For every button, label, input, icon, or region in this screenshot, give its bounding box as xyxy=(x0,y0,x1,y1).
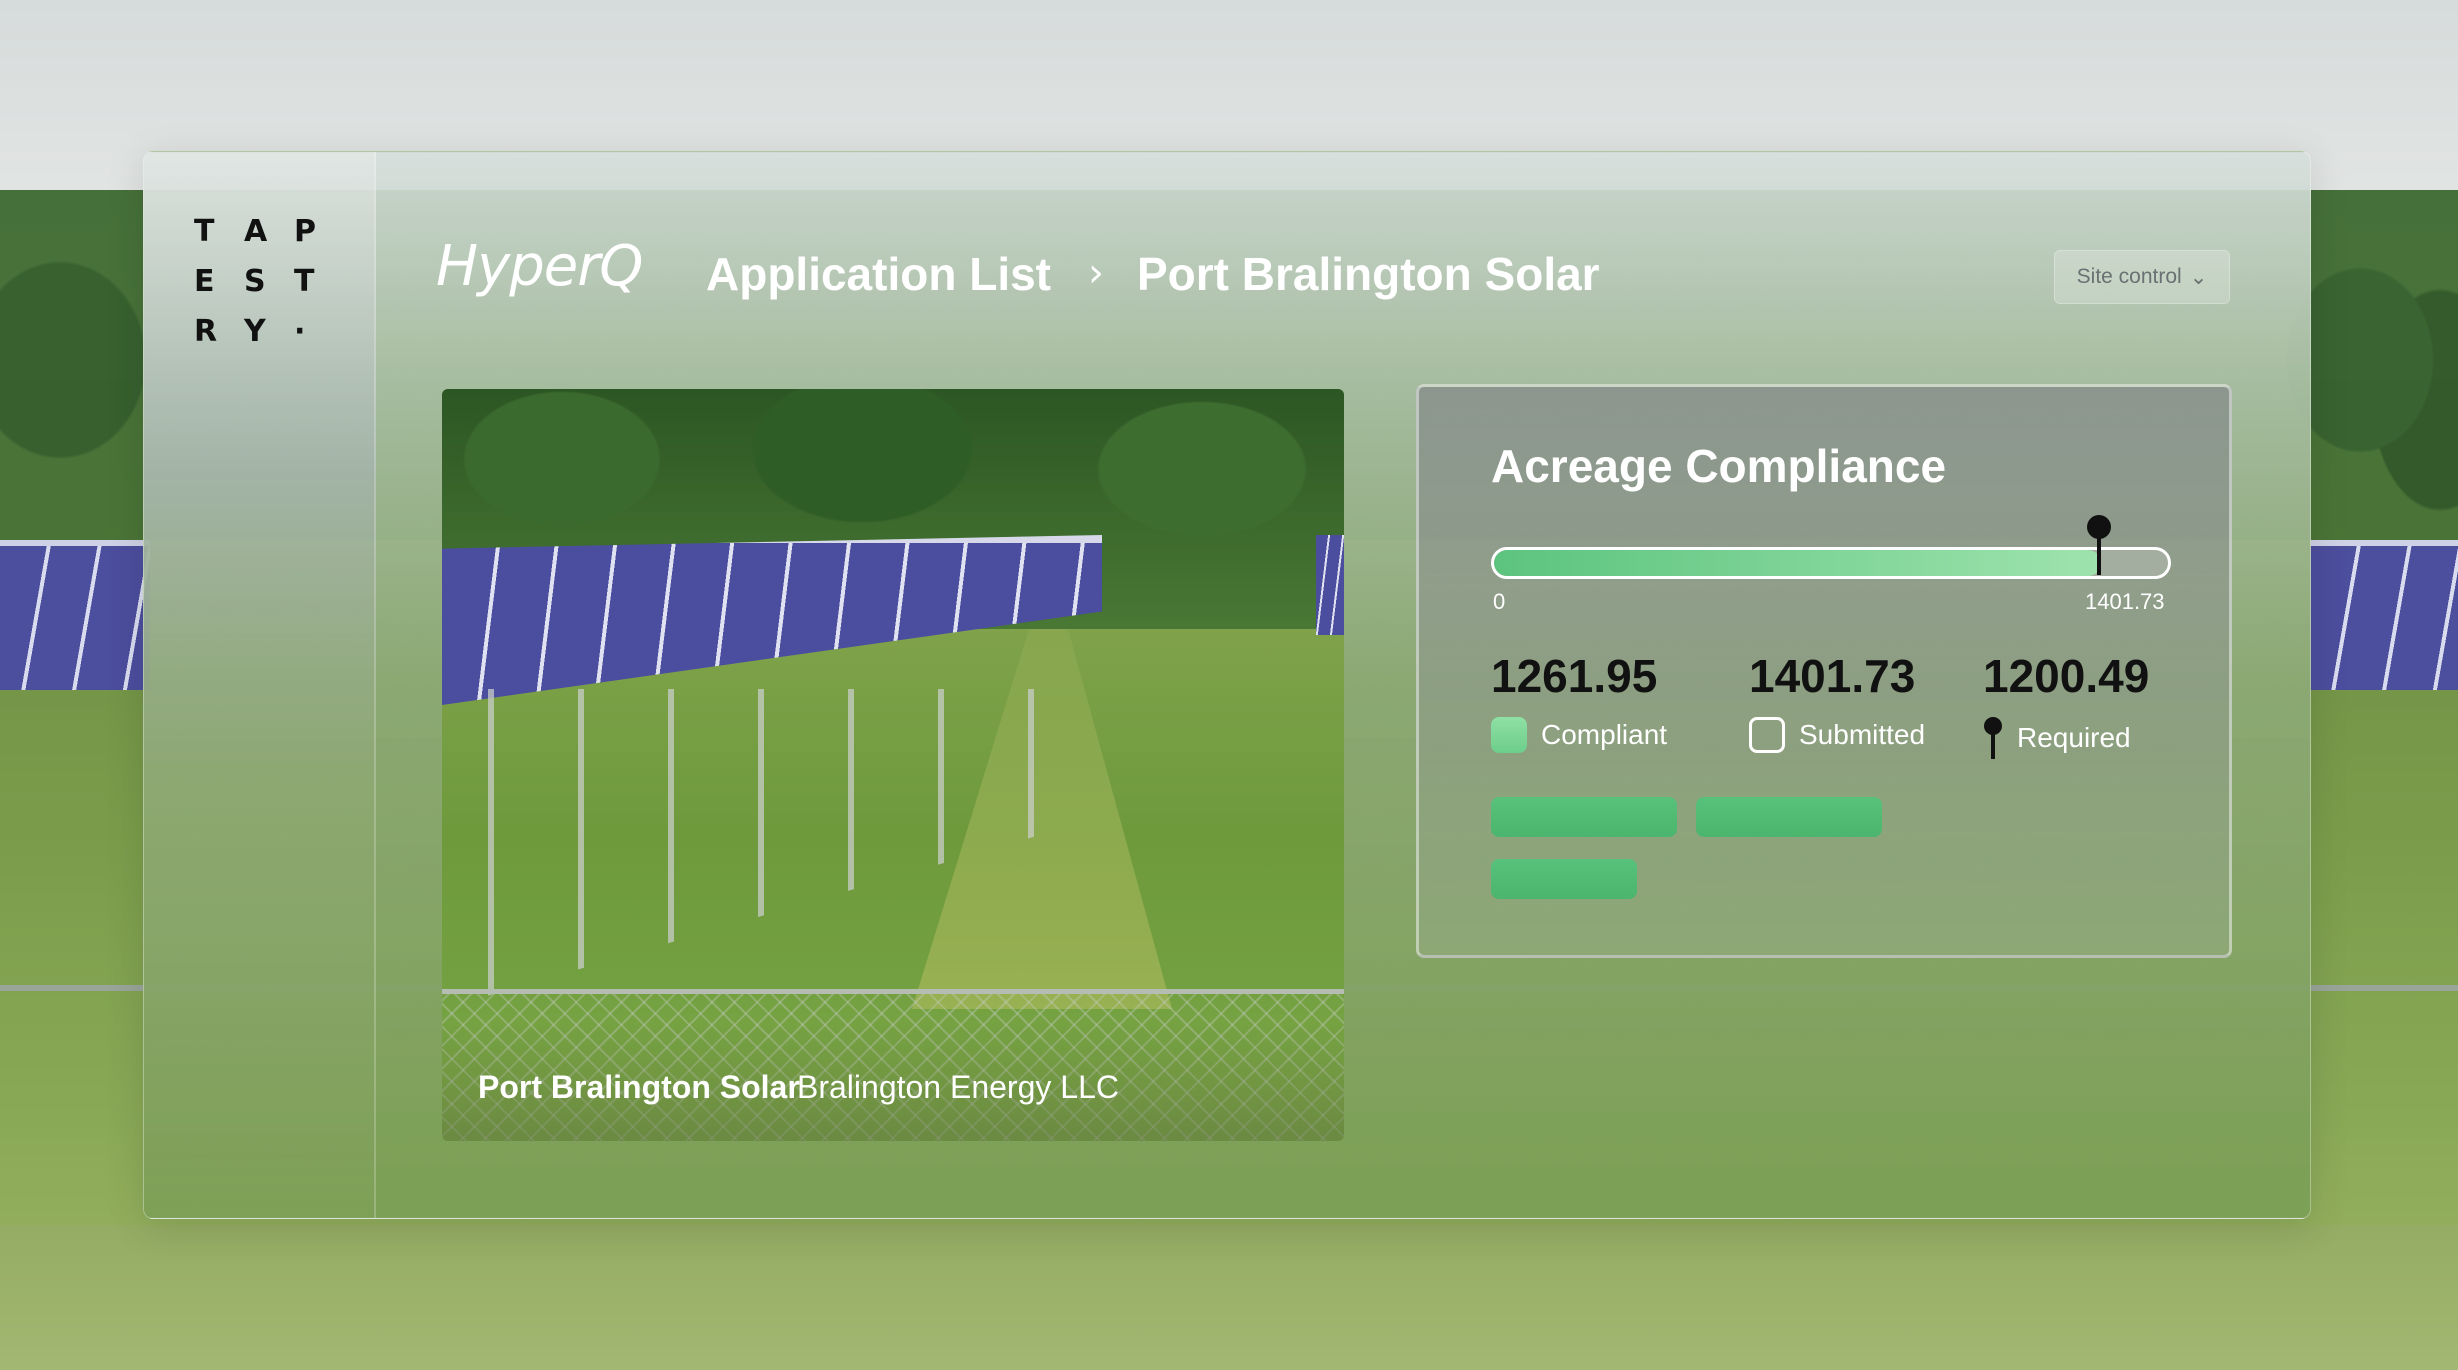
photo-caption-subtitle: Bralington Energy LLC xyxy=(797,1069,1119,1105)
tapestry-logo[interactable]: T A P E S T R Y · xyxy=(194,210,344,354)
placeholder-pill xyxy=(1491,797,1677,837)
stat-required-value: 1200.49 xyxy=(1983,650,2150,702)
background-solar-panels-left xyxy=(0,540,150,690)
logo-letter: E xyxy=(194,264,215,299)
photo-caption-title: Port Bralington Solar xyxy=(478,1069,800,1105)
background-grass xyxy=(0,1225,2458,1370)
breadcrumb-current-page: Port Bralington Solar xyxy=(1137,248,1600,300)
logo-letter: S xyxy=(244,264,266,299)
placeholder-pill xyxy=(1696,797,1882,837)
breadcrumb-application-list[interactable]: Application List xyxy=(706,247,1051,301)
photo-solar-panels-right xyxy=(1316,535,1344,635)
logo-letter: · xyxy=(294,314,306,349)
acreage-compliance-card: Acreage Compliance 0 1401.73 1261.95 Com… xyxy=(1416,384,2232,958)
filled-square-icon xyxy=(1491,717,1527,753)
breadcrumb-chevron-icon: › xyxy=(1088,250,1104,296)
stat-required-label: Required xyxy=(2017,722,2131,753)
logo-letter: T xyxy=(194,214,215,249)
stat-submitted-label: Submitted xyxy=(1799,719,1926,750)
site-photo-card[interactable]: Port Bralington Solar Bralington Energy … xyxy=(442,389,1344,1141)
site-control-dropdown[interactable]: Site control ⌄ xyxy=(2054,250,2230,304)
logo-letter: A xyxy=(244,214,268,249)
hyperq-brand[interactable]: HyperQ xyxy=(436,234,643,299)
chevron-down-icon: ⌄ xyxy=(2189,265,2208,289)
stat-submitted-value: 1401.73 xyxy=(1749,650,1916,702)
background-solar-panels-right xyxy=(2310,540,2458,690)
scale-max-label: 1401.73 xyxy=(2085,589,2165,614)
compliance-progress-fill xyxy=(1494,550,2101,576)
outline-square-icon xyxy=(1749,717,1785,753)
scale-min-label: 0 xyxy=(1493,589,1506,614)
stat-submitted: 1401.73 Submitted xyxy=(1749,649,1925,753)
sidebar: T A P E S T R Y · xyxy=(144,152,376,1218)
card-title: Acreage Compliance xyxy=(1491,440,1947,492)
app-window: T A P E S T R Y · HyperQ Application Lis… xyxy=(143,151,2311,1219)
required-marker-icon xyxy=(2086,515,2111,575)
pin-marker-icon xyxy=(1983,717,2003,759)
logo-letter: R xyxy=(194,314,218,349)
logo-letter: P xyxy=(294,214,316,249)
stat-compliant-value: 1261.95 xyxy=(1491,650,1658,702)
logo-letter: Y xyxy=(244,314,266,349)
compliance-progress-track xyxy=(1491,547,2171,579)
logo-letter: T xyxy=(294,264,315,299)
stat-compliant: 1261.95 Compliant xyxy=(1491,649,1667,753)
stat-compliant-label: Compliant xyxy=(1541,719,1668,750)
placeholder-pill xyxy=(1491,859,1637,899)
stat-required: 1200.49 Required xyxy=(1983,649,2149,759)
site-control-label: Site control xyxy=(2076,265,2182,288)
